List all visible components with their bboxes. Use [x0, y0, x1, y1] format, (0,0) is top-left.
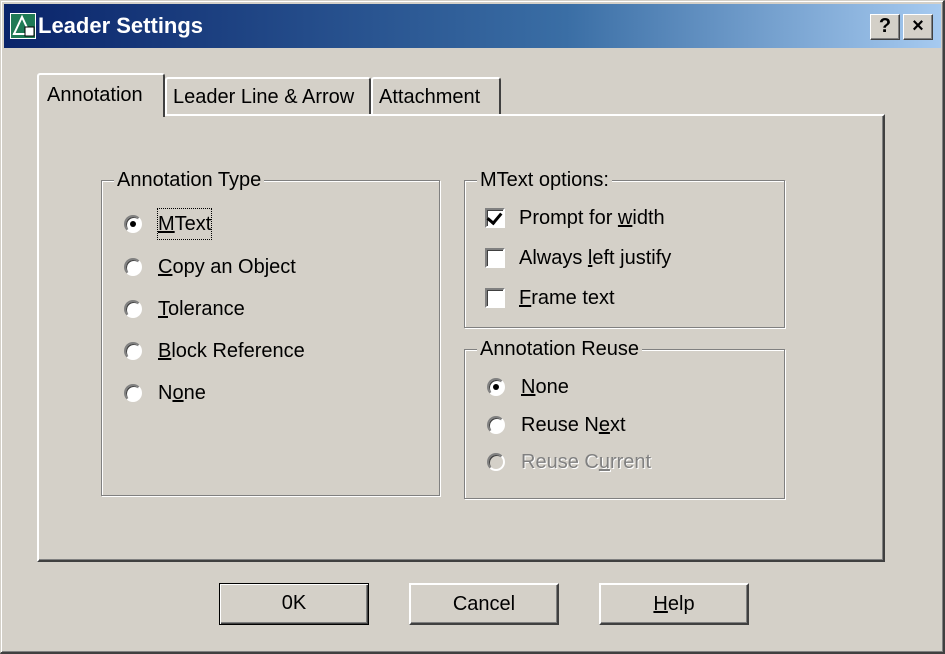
annotation-reuse-group: Annotation Reuse None Reuse Next Reuse C…: [464, 336, 785, 499]
window-title: Leader Settings: [38, 13, 204, 38]
tab-attachment[interactable]: Attachment: [371, 77, 501, 115]
title-close-button[interactable]: ×: [903, 14, 933, 40]
radio-button[interactable]: [124, 384, 142, 402]
radio-copy-an-object-label: Copy an Object: [158, 256, 296, 278]
tab-attachment-label: Attachment: [379, 86, 481, 108]
tab-annotation-label: Annotation: [47, 84, 143, 106]
help-button-label: Help: [653, 593, 695, 615]
tab-leader-line-arrow-label: Leader Line & Arrow: [173, 86, 355, 108]
radio-button[interactable]: [487, 416, 505, 434]
checkbox[interactable]: [485, 288, 505, 308]
title-bar[interactable]: Leader Settings ? ×: [4, 4, 941, 48]
leader-settings-dialog: Leader Settings ? × Annotation Leader Li…: [0, 0, 945, 654]
radio-block-reference-label: Block Reference: [158, 340, 305, 362]
cancel-button[interactable]: Cancel: [409, 583, 559, 625]
radio-reuse-next-label: Reuse Next: [521, 414, 626, 436]
radio-button-disabled: [487, 453, 505, 471]
radio-button[interactable]: [124, 258, 142, 276]
radio-none-label: None: [158, 382, 206, 404]
radio-button[interactable]: [487, 378, 505, 396]
radio-button[interactable]: [124, 300, 142, 318]
annotation-type-legend: Annotation Type: [114, 167, 265, 193]
checkbox-always-left-justify-label: Always left justify: [519, 247, 672, 269]
title-help-button[interactable]: ?: [870, 14, 900, 40]
annotation-reuse-legend: Annotation Reuse: [477, 336, 643, 362]
checkbox[interactable]: [485, 208, 505, 228]
autocad-app-icon: [10, 13, 36, 39]
checkbox-frame-text-label: Frame text: [519, 287, 615, 309]
radio-button[interactable]: [124, 342, 142, 360]
mtext-options-group: MText options: Prompt for width Always l…: [464, 167, 785, 328]
radio-tolerance-label: Tolerance: [158, 298, 245, 320]
radio-button[interactable]: [124, 215, 142, 233]
tab-leader-line-arrow[interactable]: Leader Line & Arrow: [165, 77, 371, 115]
annotation-tab-panel: Annotation Type MText Copy an Object Tol…: [37, 114, 885, 562]
checkbox[interactable]: [485, 248, 505, 268]
mtext-options-legend: MText options:: [477, 167, 612, 193]
radio-reuse-current-label: Reuse Current: [521, 451, 652, 473]
tab-annotation[interactable]: Annotation: [37, 73, 165, 117]
annotation-type-group: Annotation Type MText Copy an Object Tol…: [101, 167, 440, 496]
checkbox-prompt-for-width-label: Prompt for width: [519, 207, 665, 229]
help-button[interactable]: Help: [599, 583, 749, 625]
radio-reuse-none-label: None: [521, 376, 569, 398]
ok-button[interactable]: 0K: [219, 583, 369, 625]
radio-mtext-label: MText: [156, 208, 213, 240]
